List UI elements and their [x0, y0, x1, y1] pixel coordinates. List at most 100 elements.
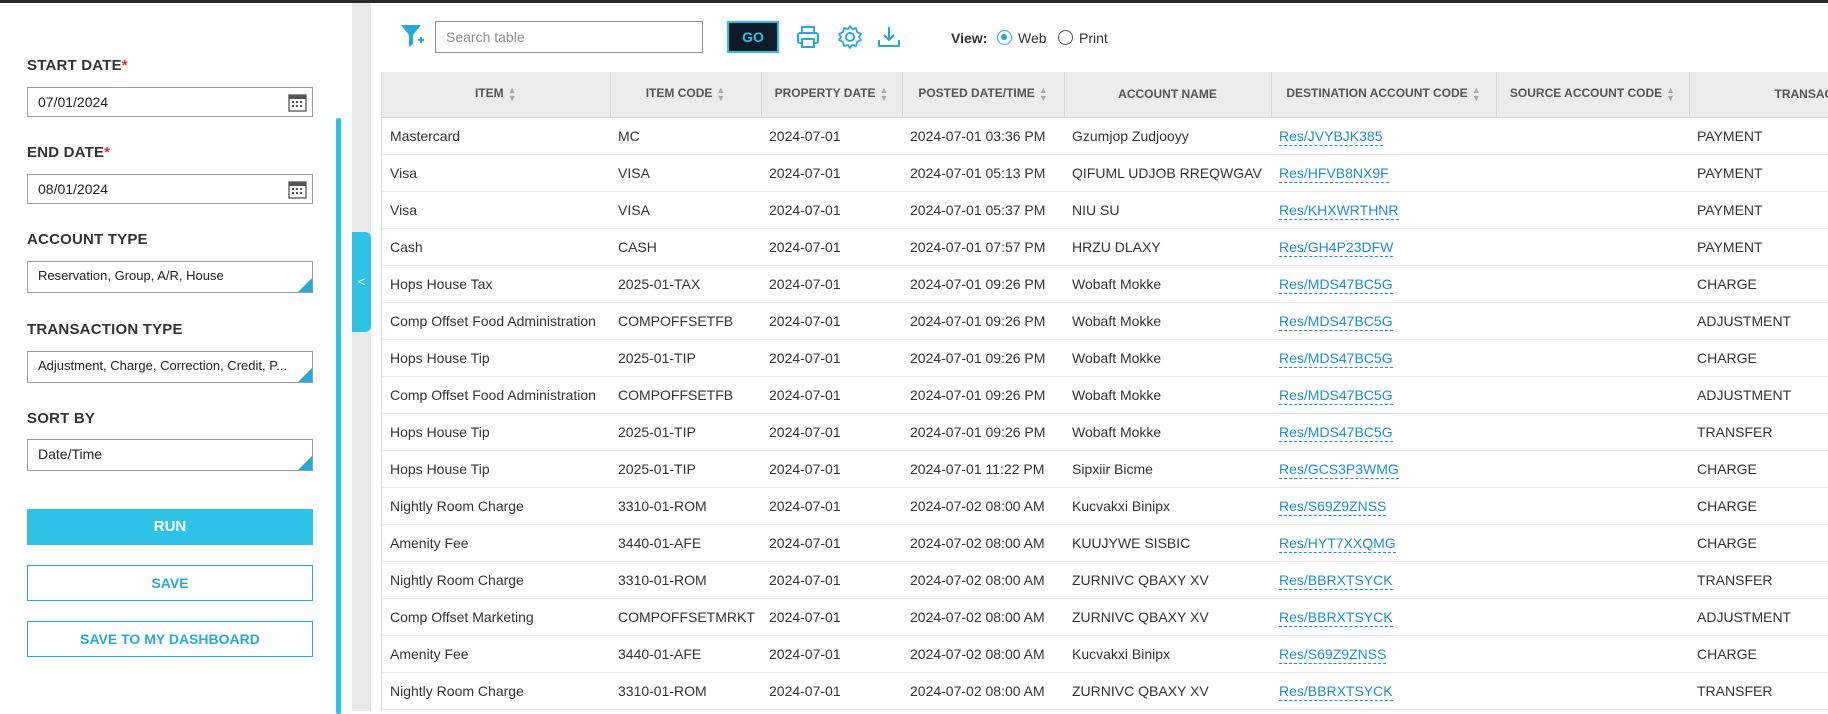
- required-mark: *: [104, 144, 111, 161]
- table-row[interactable]: Nightly Room Charge 3310-01-ROM 2024-07-01…: [382, 672, 1828, 710]
- go-button[interactable]: GO: [727, 21, 779, 53]
- gear-icon[interactable]: [837, 24, 863, 50]
- table-row[interactable]: Amenity Fee 3440-01-AFE 2024-07-01 2024-07-…: [382, 635, 1828, 673]
- table-row[interactable]: Amenity Fee 3440-01-AFE 2024-07-01 2024-07-…: [382, 524, 1828, 562]
- filter-add-icon[interactable]: [399, 22, 425, 50]
- end-date-label: END DATE*: [27, 144, 111, 161]
- column-header[interactable]: ITEM ▲ ▼: [382, 72, 611, 118]
- table-cell: CHARGE: [1689, 339, 1828, 377]
- table-cell: TRANSFER: [1689, 672, 1828, 710]
- table-cell: 3440-01-AFE: [610, 635, 761, 673]
- destination-account-link[interactable]: Res/JVYBJK385: [1279, 127, 1383, 146]
- panel-gutter: [352, 3, 371, 711]
- sort-icon[interactable]: ▲ ▼: [1666, 86, 1675, 103]
- start-date-label: START DATE*: [27, 57, 128, 74]
- calendar-icon[interactable]: [288, 180, 307, 199]
- sort-icon[interactable]: ▲ ▼: [508, 86, 517, 103]
- table-row[interactable]: Visa VISA 2024-07-01 2024-07-01 05:13 PM QIF…: [382, 154, 1828, 192]
- table-row[interactable]: Nightly Room Charge 3310-01-ROM 2024-07-01…: [382, 487, 1828, 525]
- column-header[interactable]: DESTINATION ACCOUNT CODE ▲ ▼: [1271, 72, 1497, 118]
- table-cell: VISA: [610, 191, 761, 229]
- column-header-label: SOURCE ACCOUNT CODE: [1509, 86, 1663, 101]
- destination-account-link[interactable]: Res/MDS47BC5G: [1279, 386, 1393, 405]
- destination-account-link[interactable]: Res/S69Z9ZNSS: [1279, 497, 1387, 516]
- table-cell: HRZU DLAXY: [1064, 228, 1271, 266]
- printer-icon[interactable]: [795, 24, 821, 50]
- table-row[interactable]: Hops House Tip 2025-01-TIP 2024-07-01 2024-…: [382, 339, 1828, 377]
- destination-account-link[interactable]: Res/BBRXTSYCK: [1279, 682, 1393, 701]
- table-cell: Hops House Tip: [382, 339, 610, 377]
- table-cell: Hops House Tip: [382, 450, 610, 488]
- transaction-type-select[interactable]: Adjustment, Charge, Correction, Credit, …: [27, 351, 313, 383]
- table-cell: 2024-07-02 08:00 AM: [902, 635, 1064, 673]
- table-row[interactable]: Comp Offset Food Administration COMPOFFSE…: [382, 302, 1828, 340]
- table-cell: KUUJYWE SISBIC: [1064, 524, 1271, 562]
- account-type-select[interactable]: Reservation, Group, A/R, House: [27, 261, 313, 293]
- table-row[interactable]: Visa VISA 2024-07-01 2024-07-01 05:37 PM NIU…: [382, 191, 1828, 229]
- view-web-radio[interactable]: [997, 30, 1012, 45]
- column-header[interactable]: ITEM CODE ▲ ▼: [610, 72, 762, 118]
- table-cell: CHARGE: [1689, 487, 1828, 525]
- view-label: View:: [951, 30, 988, 46]
- destination-account-link[interactable]: Res/HYT7XXQMG: [1279, 534, 1396, 553]
- table-row[interactable]: Comp Offset Food Administration COMPOFFSE…: [382, 376, 1828, 414]
- sort-icon[interactable]: ▲ ▼: [1039, 86, 1048, 103]
- table-row[interactable]: Comp Offset Marketing COMPOFFSETMRKT 2024-…: [382, 598, 1828, 636]
- table-row[interactable]: Nightly Room Charge 3310-01-ROM 2024-07-01…: [382, 561, 1828, 599]
- column-header-label: DESTINATION ACCOUNT CODE: [1286, 86, 1468, 101]
- sort-by-value: Date/Time: [38, 446, 103, 462]
- column-header[interactable]: POSTED DATE/TIME ▲ ▼: [902, 72, 1065, 118]
- collapse-panel-button[interactable]: <: [352, 232, 371, 332]
- table-row[interactable]: Hops House Tip 2025-01-TIP 2024-07-01 2024-…: [382, 413, 1828, 451]
- view-print-label[interactable]: Print: [1079, 30, 1108, 46]
- table-row[interactable]: Mastercard MC 2024-07-01 2024-07-01 03:36 P…: [382, 117, 1828, 155]
- column-header-label: PROPERTY DATE: [774, 86, 876, 101]
- table-cell: 2024-07-01 09:26 PM: [902, 413, 1064, 451]
- destination-account-link[interactable]: Res/BBRXTSYCK: [1279, 571, 1393, 590]
- destination-account-link[interactable]: Res/MDS47BC5G: [1279, 312, 1393, 331]
- destination-account-link[interactable]: Res/S69Z9ZNSS: [1279, 645, 1387, 664]
- table-cell: [1496, 561, 1689, 599]
- sort-icon[interactable]: ▲ ▼: [879, 86, 888, 103]
- table-cell: 2024-07-01 11:22 PM: [902, 450, 1064, 488]
- destination-account-link[interactable]: Res/MDS47BC5G: [1279, 275, 1393, 294]
- column-header[interactable]: PROPERTY DATE ▲ ▼: [761, 72, 903, 118]
- save-to-dashboard-button[interactable]: SAVE TO MY DASHBOARD: [27, 621, 313, 657]
- table-cell: 2024-07-01: [761, 191, 902, 229]
- table-row[interactable]: Hops House Tax 2025-01-TAX 2024-07-01 2024-…: [382, 265, 1828, 303]
- view-web-label[interactable]: Web: [1018, 30, 1047, 46]
- destination-account-link[interactable]: Res/GCS3P3WMG: [1279, 460, 1399, 479]
- end-date-field[interactable]: 08/01/2024: [27, 174, 313, 204]
- sort-icon[interactable]: ▲ ▼: [716, 86, 725, 103]
- table-cell: [1496, 376, 1689, 414]
- destination-account-link[interactable]: Res/HFVB8NX9F: [1279, 164, 1389, 183]
- destination-account-link[interactable]: Res/BBRXTSYCK: [1279, 608, 1393, 627]
- table-row[interactable]: Cash CASH 2024-07-01 2024-07-01 07:57 PM HRZ…: [382, 228, 1828, 266]
- panel-scrollbar[interactable]: [336, 118, 341, 714]
- destination-account-link[interactable]: Res/MDS47BC5G: [1279, 423, 1393, 442]
- end-date-value: 08/01/2024: [38, 181, 109, 197]
- sort-icon[interactable]: ▲ ▼: [1472, 86, 1481, 103]
- table-cell: [1496, 339, 1689, 377]
- column-header-label: TRANSACTION TYPE: [1774, 87, 1828, 102]
- download-icon[interactable]: [876, 24, 902, 50]
- save-button[interactable]: SAVE: [27, 565, 313, 601]
- run-button[interactable]: RUN: [27, 509, 313, 545]
- table-cell: PAYMENT: [1689, 154, 1828, 192]
- column-header[interactable]: SOURCE ACCOUNT CODE ▲ ▼: [1496, 72, 1690, 118]
- table-cell: [1496, 302, 1689, 340]
- table-cell: [1496, 487, 1689, 525]
- calendar-icon[interactable]: [288, 93, 307, 112]
- view-print-radio[interactable]: [1058, 30, 1073, 45]
- table-cell: 2024-07-01 05:13 PM: [902, 154, 1064, 192]
- destination-account-link[interactable]: Res/GH4P23DFW: [1279, 238, 1394, 257]
- sort-by-select[interactable]: Date/Time: [27, 439, 313, 471]
- table-cell: [1496, 265, 1689, 303]
- table-row[interactable]: Hops House Tip 2025-01-TIP 2024-07-01 2024-…: [382, 450, 1828, 488]
- search-input[interactable]: [435, 21, 703, 53]
- table-cell: 2025-01-TIP: [610, 339, 761, 377]
- start-date-value: 07/01/2024: [38, 94, 109, 110]
- destination-account-link[interactable]: Res/MDS47BC5G: [1279, 349, 1393, 368]
- destination-account-link[interactable]: Res/KHXWRTHNR: [1279, 201, 1399, 220]
- start-date-field[interactable]: 07/01/2024: [27, 87, 313, 117]
